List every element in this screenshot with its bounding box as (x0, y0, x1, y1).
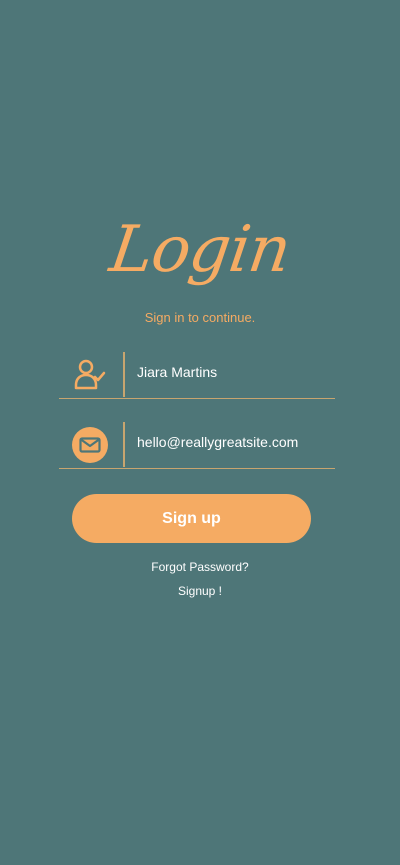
email-field[interactable]: hello@reallygreatsite.com (59, 420, 335, 469)
forgot-password-link[interactable]: Forgot Password? (0, 559, 400, 575)
user-check-icon (71, 356, 109, 394)
email-value[interactable]: hello@reallygreatsite.com (137, 434, 298, 450)
name-field[interactable]: Jiara Martins (59, 350, 335, 399)
page-subtitle: Sign in to continue. (144, 310, 256, 325)
name-value[interactable]: Jiara Martins (137, 364, 217, 380)
login-screen: Login Sign in to continue. Jiara Martins… (0, 0, 400, 865)
signup-link[interactable]: Signup ! (0, 583, 400, 599)
mail-icon (71, 426, 109, 464)
field-divider (123, 422, 125, 467)
page-title: Login (105, 213, 295, 287)
signup-button[interactable]: Sign up (72, 494, 311, 543)
field-divider (123, 352, 125, 397)
